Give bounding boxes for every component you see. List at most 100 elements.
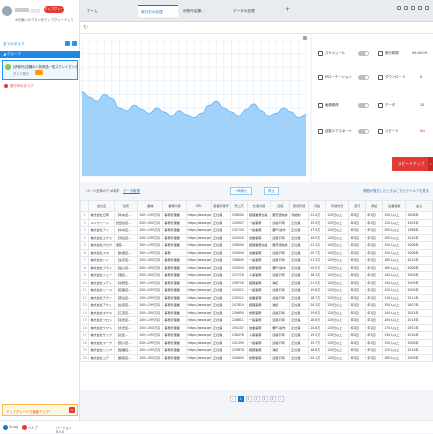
table-cell: 経理事務	[246, 346, 272, 355]
table-row[interactable]: 8 株式会社ブライ 【品川区… 200～300万円 事務管理業 https://www.g…	[79, 263, 433, 272]
close-window-icon[interactable]	[425, 6, 429, 10]
image-toggle[interactable]	[358, 103, 369, 108]
column-header[interactable]: 雇用形態	[289, 200, 310, 212]
column-header[interactable]: 昇給	[365, 200, 384, 212]
sidebar-task-item[interactable]: [伊勢丹]店舗の人気商品一覧スクレイピング タスク実行	[2, 60, 78, 80]
upgrade-button[interactable]: アップグレード	[44, 6, 64, 18]
table-cell: https://www.ge…	[185, 338, 213, 347]
table-row[interactable]: 11 株式会社リード 【目黒区… 200～299万円 事務管理業 https://www.…	[79, 286, 433, 295]
table-row[interactable]: 16 株式会社ヤマト 【大田区… 150～300万円 事務管理業 https://www.…	[79, 323, 433, 332]
page-button[interactable]: ‹	[229, 396, 236, 402]
tab-data[interactable]: データ取得	[123, 188, 140, 194]
column-header[interactable]: 資格	[270, 200, 291, 212]
table-row[interactable]: 5 株式会社グロウ 港区… 100～199万円 事務管理業 https://www.ge……	[79, 241, 433, 250]
scrap-icon[interactable]	[3, 425, 8, 430]
help-icon[interactable]	[22, 425, 27, 430]
table-row[interactable]: 13 株式会社アクト 【台東区… 100～199万円 事務管理業 https://www.…	[79, 301, 433, 310]
column-header[interactable]: 売上高	[230, 200, 248, 212]
page-button[interactable]: 1	[237, 396, 244, 402]
add-task-icon[interactable]	[65, 41, 70, 46]
tab-log[interactable]: ログ	[112, 188, 119, 193]
tab-home[interactable]: ホーム	[84, 5, 120, 17]
table-row[interactable]: 7 株式会社ハイ 【文京区… 150～300万円 事務管理業 https://www.ge…	[79, 256, 433, 265]
table-row[interactable]: 19 株式会社リンク 【板橋区… 100～199万円 事務管理業 https://www.…	[79, 346, 433, 355]
table-row[interactable]: 4 株式会社エクス 【渋谷区… 200～299万円 事務管理業 https://www.g…	[79, 233, 433, 242]
tab-isetan[interactable]: 伊勢丹店舗…	[180, 5, 228, 17]
column-header[interactable]: 設立	[405, 200, 433, 212]
sidebar-running-item[interactable]: 実行中のタスク	[4, 83, 34, 88]
table-row[interactable]: 1 株式会社日商 【中央区… 100～199万円 事務管理業 https://www.ge…	[79, 211, 433, 220]
page-button[interactable]: 2	[245, 396, 252, 402]
table-row[interactable]: 9 株式会社ニュー 【港区… 200～300万円 事務管理業 https://www.ge…	[79, 271, 433, 280]
schedule-setting[interactable]: スケジュール	[318, 49, 345, 57]
page-button[interactable]: 4	[261, 396, 268, 402]
table-row[interactable]: 2 ユニクリード 世田谷区… 200～300万円 事務管理業 https://www.ge…	[79, 218, 433, 227]
column-header[interactable]: 業種	[137, 200, 164, 212]
column-header[interactable]: 業務内容	[162, 200, 187, 212]
column-header[interactable]	[79, 200, 90, 212]
sidebar-group[interactable]: ◢ グループ	[0, 51, 80, 58]
minimize-icon[interactable]	[411, 6, 415, 10]
column-header[interactable]: URL	[185, 200, 213, 212]
table-cell: 120日以上	[325, 226, 350, 235]
settings-icon[interactable]	[404, 6, 408, 10]
page-button[interactable]: ›	[277, 396, 284, 402]
table-row[interactable]: 15 株式会社フロン 【墨田区… 100～199万円 事務管理業 https://www.…	[79, 316, 433, 325]
table-row[interactable]: 3 株式会社アイ 【中央区… 100～199万円 事務管理業 https://www.ge…	[79, 226, 433, 235]
help-link[interactable]: 問題が発生したときはこちらでヘルプを見る	[363, 188, 429, 193]
refresh-icon[interactable]: ↻	[83, 24, 88, 31]
table-cell: 世田谷区…	[113, 218, 139, 227]
table-row[interactable]: 17 株式会社サンク 【北区… 100～199万円 事務管理業 https://www.g…	[79, 331, 433, 340]
table-row[interactable]: 10 株式会社メディ 【中野区… 100～199万円 事務管理業 https://www.…	[79, 278, 433, 287]
column-header[interactable]: 月給	[308, 200, 327, 212]
tab-data-processing[interactable]: データの処理	[230, 5, 278, 17]
page-button[interactable]: 3	[253, 396, 260, 402]
chevron-right-icon[interactable]: ›	[428, 157, 433, 171]
table-row[interactable]: 6 株式会社スタ 【新宿区… 100～199万円 事務 https://www.ge… 正社…	[79, 248, 433, 257]
table-row[interactable]: 18 株式会社マーク 【荒川区… 200～299万円 事務管理業 https://www.…	[79, 338, 433, 347]
table-row[interactable]: 12 株式会社テクノ 【豊島区… 150～299万円 事務管理業 https://www.…	[79, 293, 433, 302]
table-cell: 2008年	[405, 241, 433, 250]
page-button[interactable]: 5	[269, 396, 276, 402]
stop-button[interactable]: 停止	[264, 187, 279, 195]
table-row[interactable]: 20 株式会社コア 【練馬区… 150～300万円 事務管理業 https://www.g…	[79, 353, 433, 362]
folder-icon[interactable]	[72, 41, 77, 46]
column-header[interactable]: 従業員数	[382, 200, 407, 212]
speedup-button[interactable]: スピードアップ	[392, 157, 430, 171]
sidebar-title[interactable]: 全てのタスク	[3, 42, 25, 47]
chart-point	[230, 111, 232, 113]
ip-rotation-setting[interactable]: IPローテーション	[318, 73, 352, 81]
column-header[interactable]: 年間休日	[325, 200, 350, 212]
column-header[interactable]: 仕事内容	[246, 200, 272, 212]
upgrade-alert[interactable]: アップグレードで速度アップ! ×	[2, 404, 78, 416]
menu-icon[interactable]	[397, 6, 401, 10]
avatar[interactable]	[2, 6, 12, 16]
close-icon[interactable]: ×	[69, 407, 75, 413]
ip-rotation-toggle[interactable]	[358, 75, 369, 80]
table-cell: 100～199万円	[137, 248, 164, 257]
auto-export-setting[interactable]: 自動エクスポート	[318, 127, 352, 135]
column-header[interactable]: 賞与	[348, 200, 367, 212]
table-row[interactable]: 14 株式会社ネクス 【江東区… 200～300万円 事務管理業 https://www.…	[79, 308, 433, 317]
tab-running[interactable]: 実行中の処理	[138, 5, 178, 17]
table-cell: 256716	[230, 278, 248, 287]
expand-icon[interactable]	[303, 36, 307, 40]
image-setting[interactable]: 画像取得	[318, 101, 339, 109]
table-cell: 事務管理業	[162, 331, 187, 340]
column-header[interactable]: 会社名	[88, 200, 115, 212]
column-header[interactable]: 事業所番号	[211, 200, 232, 212]
maximize-icon[interactable]	[418, 6, 422, 10]
auto-export-toggle[interactable]	[358, 129, 369, 134]
new-tab-icon[interactable]: +	[285, 6, 290, 13]
table-cell: 正社員	[211, 271, 232, 280]
table-cell: 資格不問	[270, 286, 291, 295]
pause-button[interactable]: 一時停止	[230, 187, 252, 195]
help-label[interactable]: ヘルプ	[28, 425, 38, 430]
column-header[interactable]: 住所	[113, 200, 139, 212]
data-icon	[378, 102, 383, 108]
table-cell: 年2回	[348, 218, 367, 227]
runtime-value: 00:04:19	[412, 51, 428, 55]
table-cell: https://www.ge…	[185, 241, 213, 250]
scrap-label[interactable]: Scrap	[9, 425, 18, 429]
schedule-toggle[interactable]	[358, 51, 369, 56]
